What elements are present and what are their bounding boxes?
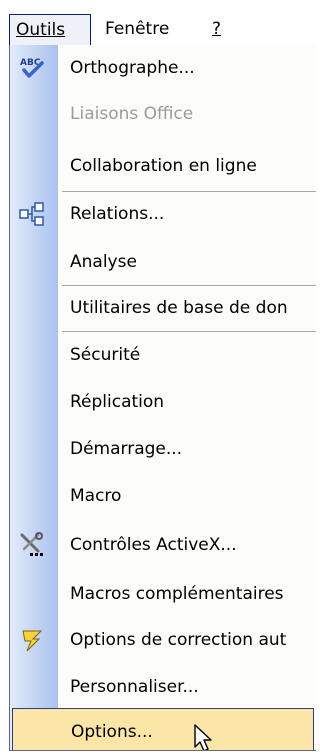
menu-item-label: Réplication — [70, 392, 165, 412]
menu-item-collaboration-en-ligne[interactable]: Collaboration en ligne — [10, 143, 316, 189]
menu-item-label: Options... — [71, 722, 153, 742]
menu-item-label: Orthographe... — [70, 58, 195, 78]
menu-item-label: Options de correction aut — [70, 630, 287, 650]
menu-item-utilitaires[interactable]: Utilitaires de base de don — [10, 285, 316, 331]
mouse-cursor-icon — [193, 723, 217, 750]
menu-item-label: Personnaliser... — [70, 677, 199, 697]
relationships-icon — [18, 200, 46, 228]
menu-item-label: Liaisons Office — [70, 104, 194, 124]
menu-item-liaisons-office: Liaisons Office — [10, 91, 316, 137]
outils-dropdown-menu: ABC Orthographe... Liaisons Office Colla… — [9, 45, 316, 751]
menu-item-label: Collaboration en ligne — [70, 156, 257, 176]
menu-item-label: Utilitaires de base de don — [70, 298, 288, 318]
menu-item-orthographe[interactable]: ABC Orthographe... — [10, 45, 316, 91]
menu-item-options[interactable]: Options... — [12, 708, 314, 750]
menu-item-macro[interactable]: Macro — [10, 473, 316, 519]
menu-item-label: Analyse — [70, 252, 137, 272]
menu-help[interactable]: ? — [206, 14, 227, 44]
menu-item-replication[interactable]: Réplication — [10, 379, 316, 425]
menu-item-macros-complementaires[interactable]: Macros complémentaires — [10, 571, 316, 617]
menu-item-label: Macro — [70, 486, 122, 506]
menu-item-controles-activex[interactable]: Contrôles ActiveX... — [10, 522, 316, 568]
menu-item-analyse[interactable]: Analyse — [10, 239, 316, 285]
activex-controls-icon — [18, 531, 46, 559]
menu-item-label: Démarrage... — [70, 439, 183, 459]
menu-item-label: Contrôles ActiveX... — [70, 535, 237, 555]
menu-item-label: Relations... — [70, 204, 165, 224]
menu-item-personnaliser[interactable]: Personnaliser... — [10, 664, 316, 710]
autocorrect-icon — [18, 626, 46, 654]
menu-item-demarrage[interactable]: Démarrage... — [10, 426, 316, 472]
menu-item-label: Macros complémentaires — [70, 584, 284, 604]
spelling-check-icon: ABC — [18, 54, 46, 82]
menu-item-label: Sécurité — [70, 345, 141, 365]
menu-item-relations[interactable]: Relations... — [10, 191, 316, 237]
menu-bar: Outils Fenêtre ? — [0, 0, 316, 46]
menu-fenetre[interactable]: Fenêtre — [99, 14, 175, 44]
menu-fenetre-label: Fenêtre — [105, 19, 170, 39]
menu-item-securite[interactable]: Sécurité — [10, 332, 316, 378]
menu-outils-label: Outils — [16, 20, 66, 40]
menu-outils[interactable]: Outils — [9, 14, 91, 46]
menu-help-label: ? — [212, 19, 222, 39]
menu-item-options-correction-auto[interactable]: Options de correction aut — [10, 617, 316, 663]
